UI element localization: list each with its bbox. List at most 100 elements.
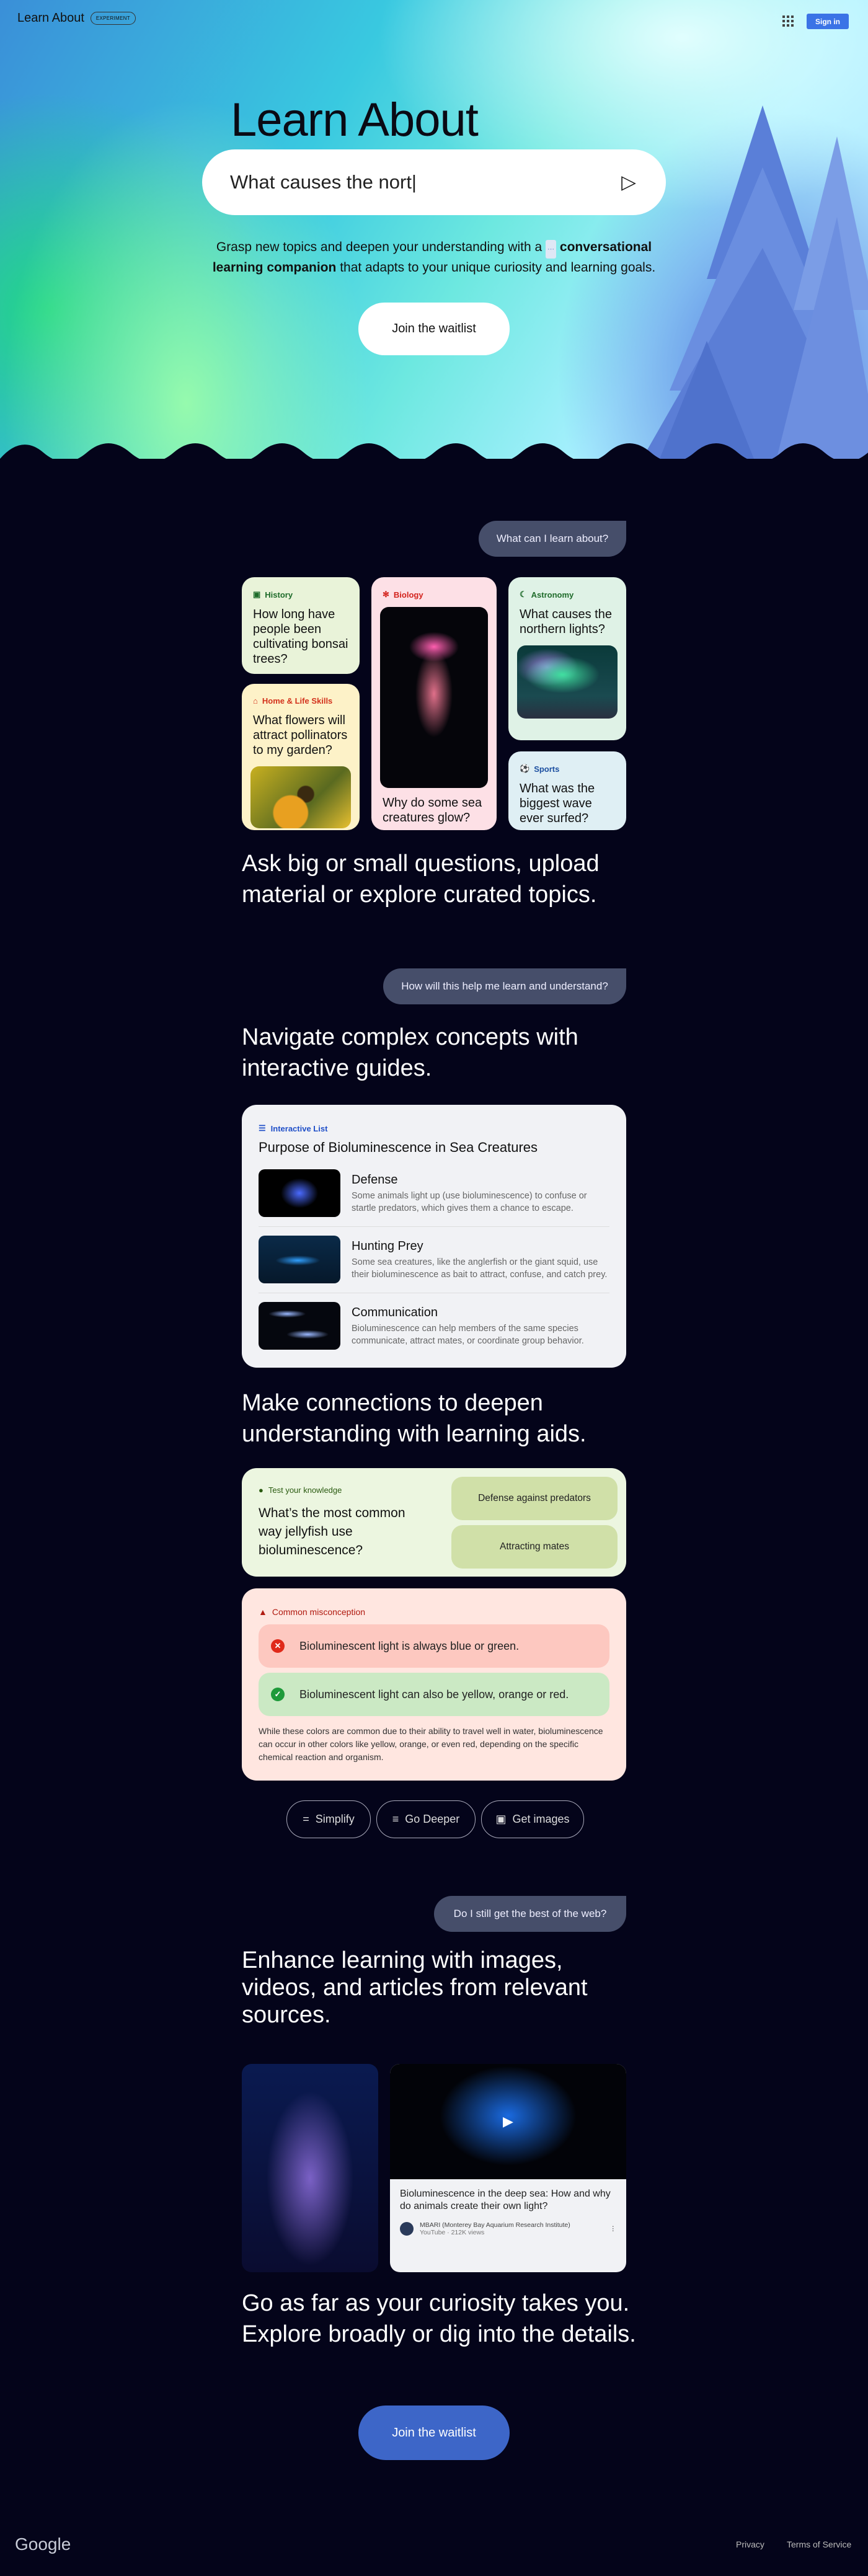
- item-desc: Some sea creatures, like the anglerfish …: [352, 1257, 608, 1280]
- card-question: What was the biggest wave ever surfed?: [520, 782, 595, 825]
- apps-grid-icon[interactable]: [782, 15, 794, 27]
- quiz-option[interactable]: Defense against predators: [451, 1477, 618, 1520]
- jellyfish-thumbnail: [259, 1169, 340, 1217]
- topic-card-history[interactable]: ▣ History How long have people been culti…: [242, 577, 360, 674]
- list-item[interactable]: Communication Bioluminescence can help me…: [259, 1293, 609, 1359]
- card-category: Astronomy: [531, 590, 574, 600]
- wrong-statement: ✕ Bioluminescent light is always blue or …: [259, 1624, 609, 1668]
- error-icon: ✕: [271, 1639, 285, 1653]
- subtitle-text: Grasp new topics and deepen your underst…: [216, 240, 542, 254]
- item-title: Hunting Prey: [352, 1239, 423, 1253]
- correct-statement: ✓ Bioluminescent light can also be yellow…: [259, 1673, 609, 1716]
- section-heading: Navigate complex concepts with interacti…: [242, 1024, 578, 1081]
- right-text: Bioluminescent light can also be yellow,…: [299, 1688, 569, 1701]
- card-question: Why do some sea creatures glow?: [383, 796, 482, 825]
- get-images-button[interactable]: ▣ Get images: [481, 1800, 584, 1838]
- send-icon[interactable]: ▷: [621, 171, 636, 193]
- item-desc: Some animals light up (use bioluminescen…: [352, 1191, 587, 1213]
- hero-title: Learn About: [231, 94, 479, 146]
- quiz-option[interactable]: Attracting mates: [451, 1525, 618, 1569]
- chip-label: Go Deeper: [405, 1813, 460, 1825]
- search-value: What causes the nort|: [230, 171, 417, 193]
- quiz-question: What’s the most common way jellyfish use…: [259, 1506, 405, 1557]
- subtitle-text-end: that adapts to your unique curiosity and…: [340, 260, 656, 275]
- card-question: How long have people been cultivating bo…: [253, 608, 348, 666]
- chat-bubble: How will this help me learn and understa…: [383, 968, 626, 1004]
- card-category: Home & Life Skills: [262, 696, 333, 706]
- explanation: While these colors are common due to the…: [259, 1726, 603, 1762]
- channel-name: MBARI (Monterey Bay Aquarium Research In…: [420, 2221, 570, 2229]
- comb-jelly-image[interactable]: [242, 2064, 378, 2272]
- aurora-image: [517, 645, 618, 719]
- squid-thumbnail: [259, 1302, 340, 1350]
- biology-icon: ✻: [383, 590, 389, 599]
- topic-card-astronomy[interactable]: ☾ Astronomy What causes the northern ligh…: [508, 577, 626, 740]
- privacy-link[interactable]: Privacy: [736, 2539, 764, 2549]
- item-desc: Bioluminescence can help members of the …: [352, 1324, 584, 1346]
- list-icon: ☰: [259, 1123, 266, 1133]
- card-category: History: [265, 590, 293, 600]
- moon-icon: ☾: [520, 590, 527, 599]
- google-logo: Google: [15, 2534, 71, 2554]
- chip-label: Simplify: [315, 1813, 355, 1825]
- list-label: Interactive List: [270, 1123, 328, 1133]
- item-title: Communication: [352, 1306, 438, 1319]
- card-question: What flowers will attract pollinators to…: [253, 714, 348, 757]
- simplify-button[interactable]: = Simplify: [286, 1800, 371, 1838]
- card-category: Biology: [393, 590, 423, 600]
- list-item[interactable]: Hunting Prey Some sea creatures, like the…: [259, 1227, 609, 1293]
- quiz-label: Test your knowledge: [268, 1485, 342, 1495]
- item-title: Defense: [352, 1173, 398, 1187]
- video-title: Bioluminescence in the deep sea: How and…: [400, 2189, 611, 2211]
- chip-label: Get images: [512, 1813, 570, 1825]
- join-waitlist-button-bottom[interactable]: Join the waitlist: [358, 2406, 510, 2460]
- video-meta: YouTube · 212K views: [420, 2229, 485, 2236]
- jellyfish-image: [380, 607, 488, 788]
- channel-avatar: [400, 2222, 414, 2236]
- simplify-icon: =: [303, 1813, 309, 1825]
- topic-card-biology[interactable]: ✻ Biology Why do some sea creatures glow?: [371, 577, 497, 830]
- card-category: Sports: [534, 764, 560, 774]
- hero-subtitle: Grasp new topics and deepen your underst…: [211, 238, 657, 277]
- join-waitlist-button[interactable]: Join the waitlist: [358, 303, 510, 355]
- terms-link[interactable]: Terms of Service: [787, 2539, 851, 2549]
- history-icon: ▣: [253, 590, 261, 599]
- wave-divider: [0, 443, 868, 459]
- misconception-card: ▲ Common misconception ✕ Bioluminescent li…: [242, 1588, 626, 1781]
- image-icon: ▣: [495, 1813, 507, 1825]
- video-thumbnail: ▶: [390, 2064, 626, 2179]
- card-question: What causes the northern lights?: [520, 608, 612, 636]
- lines-icon: ≡: [392, 1813, 399, 1825]
- chat-bubble: What can I learn about?: [479, 521, 626, 557]
- section-heading: Ask big or small questions, upload mater…: [242, 851, 600, 908]
- bee-flower-image: [250, 766, 351, 828]
- section-heading: Enhance learning with images, videos, an…: [242, 1947, 588, 2028]
- experiment-badge: EXPERIMENT: [90, 12, 136, 25]
- play-icon[interactable]: ▶: [503, 2113, 513, 2130]
- topic-card-sports[interactable]: ⚽ Sports What was the biggest wave ever s…: [508, 751, 626, 830]
- sign-in-button[interactable]: Sign in: [807, 14, 849, 29]
- chat-bubble-icon: ···: [546, 240, 557, 259]
- warning-icon: ▲: [259, 1607, 267, 1617]
- home-icon: ⌂: [253, 696, 258, 706]
- ball-icon: ⚽: [520, 764, 530, 773]
- interactive-list-card: ☰ Interactive List Purpose of Bioluminesc…: [242, 1105, 626, 1368]
- check-icon: ✓: [271, 1688, 285, 1701]
- wrong-text: Bioluminescent light is always blue or g…: [299, 1639, 520, 1652]
- more-vert-icon[interactable]: ⋮: [610, 2225, 617, 2233]
- brand-name: Learn About: [17, 11, 84, 25]
- chat-bubble: Do I still get the best of the web?: [434, 1896, 626, 1932]
- lightbulb-icon: ●: [259, 1485, 264, 1495]
- video-card[interactable]: ▶ Bioluminescence in the deep sea: How a…: [390, 2064, 626, 2272]
- snowy-trees-image: [642, 105, 868, 459]
- search-input[interactable]: What causes the nort| ▷: [202, 149, 666, 215]
- hero-section: [0, 0, 868, 459]
- list-item[interactable]: Defense Some animals light up (use biolum…: [259, 1161, 609, 1227]
- brand[interactable]: Learn About EXPERIMENT: [17, 11, 136, 25]
- misconception-label: Common misconception: [272, 1607, 366, 1617]
- section-heading: Make connections to deepen understanding…: [242, 1390, 587, 1447]
- topic-card-home[interactable]: ⌂ Home & Life Skills What flowers will at…: [242, 684, 360, 830]
- list-title: Purpose of Bioluminescence in Sea Creatu…: [259, 1140, 538, 1155]
- go-deeper-button[interactable]: ≡ Go Deeper: [376, 1800, 476, 1838]
- closing-heading: Go as far as your curiosity takes you. E…: [242, 2290, 636, 2347]
